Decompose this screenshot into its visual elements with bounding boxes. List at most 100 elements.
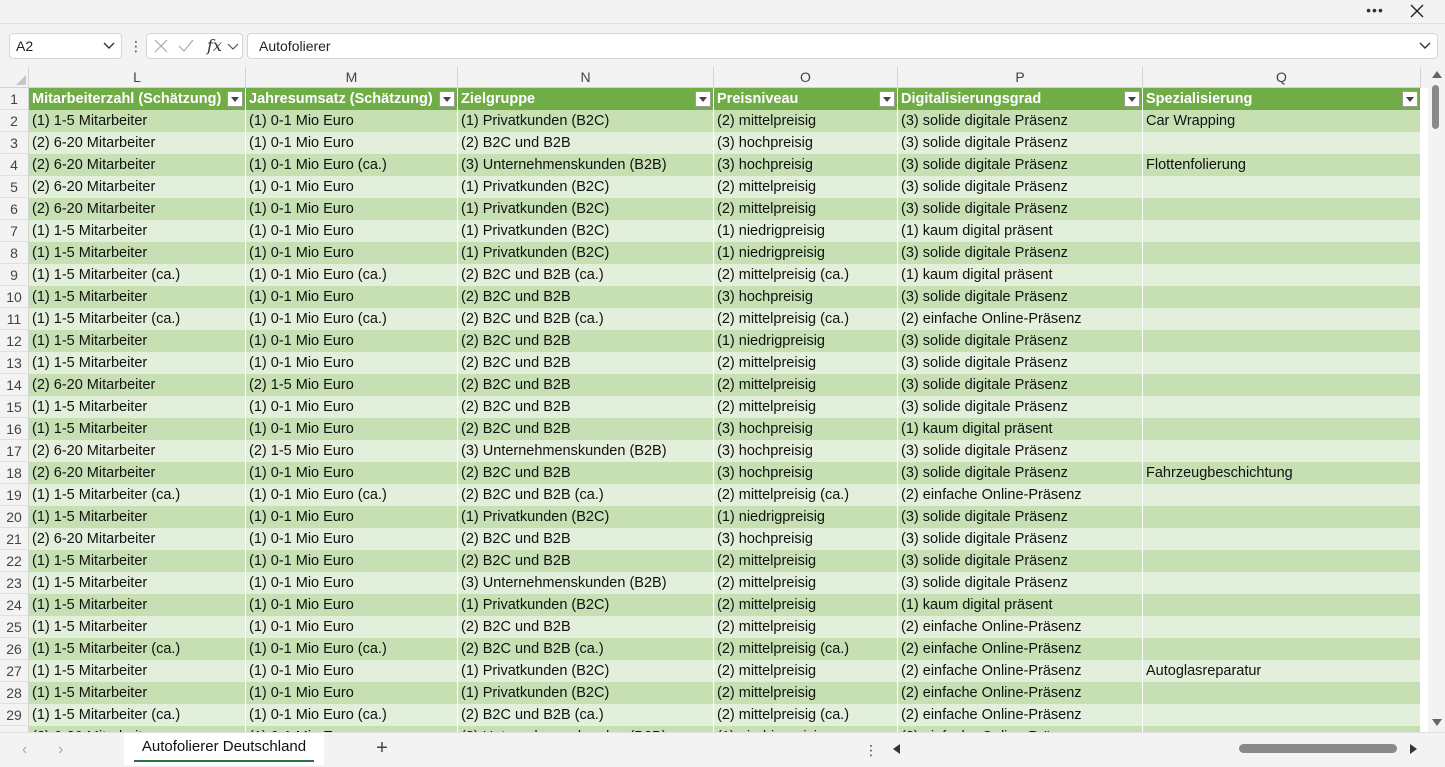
- row-header[interactable]: 23: [0, 572, 29, 594]
- table-cell[interactable]: (2) B2C und B2B: [458, 330, 714, 352]
- table-cell[interactable]: (2) 6-20 Mitarbeiter: [29, 462, 246, 484]
- table-cell[interactable]: (1) 0-1 Mio Euro: [246, 550, 458, 572]
- row-header[interactable]: 16: [0, 418, 29, 440]
- add-sheet-button[interactable]: +: [371, 737, 393, 759]
- table-cell[interactable]: Fahrzeugbeschichtung: [1143, 462, 1421, 484]
- table-cell[interactable]: (2) mittelpreisig: [714, 572, 898, 594]
- table-cell[interactable]: (1) niedrigpreisig: [714, 220, 898, 242]
- table-cell[interactable]: [1143, 594, 1421, 616]
- table-cell[interactable]: (2) mittelpreisig: [714, 660, 898, 682]
- horizontal-scroll-thumb[interactable]: [1239, 744, 1397, 753]
- table-cell[interactable]: (3) hochpreisig: [714, 154, 898, 176]
- table-cell[interactable]: (1) 0-1 Mio Euro (ca.): [246, 308, 458, 330]
- table-cell[interactable]: (3) solide digitale Präsenz: [898, 528, 1143, 550]
- table-cell[interactable]: (2) B2C und B2B: [458, 132, 714, 154]
- row-header[interactable]: 2: [0, 110, 29, 132]
- table-cell[interactable]: (1) 0-1 Mio Euro: [246, 242, 458, 264]
- row-header[interactable]: 18: [0, 462, 29, 484]
- table-header-cell[interactable]: Jahresumsatz (Schätzung): [246, 88, 458, 110]
- table-cell[interactable]: [1143, 198, 1421, 220]
- table-cell[interactable]: (2) B2C und B2B: [458, 396, 714, 418]
- column-header-l[interactable]: L: [29, 67, 246, 88]
- table-cell[interactable]: (2) 6-20 Mitarbeiter: [29, 374, 246, 396]
- table-cell[interactable]: (1) 0-1 Mio Euro: [246, 616, 458, 638]
- table-cell[interactable]: (2) B2C und B2B (ca.): [458, 704, 714, 726]
- table-cell[interactable]: (1) 0-1 Mio Euro: [246, 110, 458, 132]
- row-header[interactable]: 29: [0, 704, 29, 726]
- table-cell[interactable]: (1) niedrigpreisig: [714, 330, 898, 352]
- table-cell[interactable]: (1) 0-1 Mio Euro (ca.): [246, 154, 458, 176]
- table-cell[interactable]: [1143, 704, 1421, 726]
- table-cell[interactable]: (1) 0-1 Mio Euro: [246, 176, 458, 198]
- filter-dropdown-icon[interactable]: [1402, 91, 1418, 107]
- select-all-corner[interactable]: [0, 67, 29, 88]
- table-cell[interactable]: [1143, 638, 1421, 660]
- table-cell[interactable]: [1143, 616, 1421, 638]
- row-header[interactable]: 22: [0, 550, 29, 572]
- row-header[interactable]: 13: [0, 352, 29, 374]
- row-header[interactable]: 1: [0, 88, 29, 110]
- table-cell[interactable]: (1) 1-5 Mitarbeiter (ca.): [29, 308, 246, 330]
- column-header-o[interactable]: O: [714, 67, 898, 88]
- scroll-up-icon[interactable]: [1432, 71, 1442, 78]
- row-header[interactable]: 19: [0, 484, 29, 506]
- table-cell[interactable]: (2) B2C und B2B (ca.): [458, 264, 714, 286]
- table-cell[interactable]: (1) 1-5 Mitarbeiter: [29, 616, 246, 638]
- table-cell[interactable]: (1) 0-1 Mio Euro: [246, 132, 458, 154]
- table-cell[interactable]: (1) 1-5 Mitarbeiter: [29, 396, 246, 418]
- table-cell[interactable]: (1) 1-5 Mitarbeiter: [29, 352, 246, 374]
- table-cell[interactable]: (3) hochpreisig: [714, 440, 898, 462]
- filter-dropdown-icon[interactable]: [695, 91, 711, 107]
- table-cell[interactable]: (2) einfache Online-Präsenz: [898, 704, 1143, 726]
- filter-dropdown-icon[interactable]: [879, 91, 895, 107]
- column-header-m[interactable]: M: [246, 67, 458, 88]
- table-cell[interactable]: (2) 1-5 Mio Euro: [246, 440, 458, 462]
- row-header[interactable]: 4: [0, 154, 29, 176]
- table-cell[interactable]: (1) Privatkunden (B2C): [458, 594, 714, 616]
- table-cell[interactable]: (3) solide digitale Präsenz: [898, 396, 1143, 418]
- table-header-cell[interactable]: Mitarbeiterzahl (Schätzung): [29, 88, 246, 110]
- table-cell[interactable]: [1143, 330, 1421, 352]
- table-cell[interactable]: (3) Unternehmenskunden (B2B): [458, 572, 714, 594]
- table-cell[interactable]: [1143, 682, 1421, 704]
- table-cell[interactable]: (1) 1-5 Mitarbeiter: [29, 594, 246, 616]
- table-cell[interactable]: (2) 6-20 Mitarbeiter: [29, 528, 246, 550]
- table-cell[interactable]: (1) Privatkunden (B2C): [458, 176, 714, 198]
- table-cell[interactable]: (1) 0-1 Mio Euro: [246, 198, 458, 220]
- table-cell[interactable]: Flottenfolierung: [1143, 154, 1421, 176]
- table-cell[interactable]: (2) mittelpreisig: [714, 176, 898, 198]
- table-cell[interactable]: (2) mittelpreisig: [714, 682, 898, 704]
- table-cell[interactable]: (3) hochpreisig: [714, 528, 898, 550]
- insert-function-icon[interactable]: fx: [207, 36, 222, 55]
- table-cell[interactable]: (2) 6-20 Mitarbeiter: [29, 132, 246, 154]
- table-cell[interactable]: (3) hochpreisig: [714, 132, 898, 154]
- row-header[interactable]: 10: [0, 286, 29, 308]
- table-cell[interactable]: (2) einfache Online-Präsenz: [898, 682, 1143, 704]
- expand-formula-chevron-icon[interactable]: [1419, 41, 1431, 51]
- table-cell[interactable]: (2) B2C und B2B: [458, 462, 714, 484]
- table-cell[interactable]: (2) mittelpreisig (ca.): [714, 264, 898, 286]
- table-cell[interactable]: (2) 1-5 Mio Euro: [246, 374, 458, 396]
- table-cell[interactable]: Car Wrapping: [1143, 110, 1421, 132]
- table-cell[interactable]: (3) hochpreisig: [714, 418, 898, 440]
- table-cell[interactable]: (1) 0-1 Mio Euro: [246, 594, 458, 616]
- row-header[interactable]: 8: [0, 242, 29, 264]
- table-cell[interactable]: (1) 0-1 Mio Euro: [246, 528, 458, 550]
- table-cell[interactable]: (1) 0-1 Mio Euro (ca.): [246, 484, 458, 506]
- row-header[interactable]: 20: [0, 506, 29, 528]
- table-cell[interactable]: (1) 0-1 Mio Euro: [246, 330, 458, 352]
- row-header[interactable]: 28: [0, 682, 29, 704]
- table-cell[interactable]: (1) 0-1 Mio Euro: [246, 418, 458, 440]
- table-cell[interactable]: [1143, 528, 1421, 550]
- table-cell[interactable]: [1143, 220, 1421, 242]
- table-cell[interactable]: (2) mittelpreisig: [714, 616, 898, 638]
- table-cell[interactable]: (1) Privatkunden (B2C): [458, 220, 714, 242]
- table-cell[interactable]: (3) solide digitale Präsenz: [898, 440, 1143, 462]
- table-cell[interactable]: (1) 1-5 Mitarbeiter: [29, 682, 246, 704]
- table-cell[interactable]: (2) 6-20 Mitarbeiter: [29, 198, 246, 220]
- row-header[interactable]: 5: [0, 176, 29, 198]
- table-cell[interactable]: (2) 6-20 Mitarbeiter: [29, 440, 246, 462]
- table-header-cell[interactable]: Preisniveau: [714, 88, 898, 110]
- chevron-right-icon[interactable]: ›: [58, 742, 74, 758]
- table-cell[interactable]: (3) solide digitale Präsenz: [898, 572, 1143, 594]
